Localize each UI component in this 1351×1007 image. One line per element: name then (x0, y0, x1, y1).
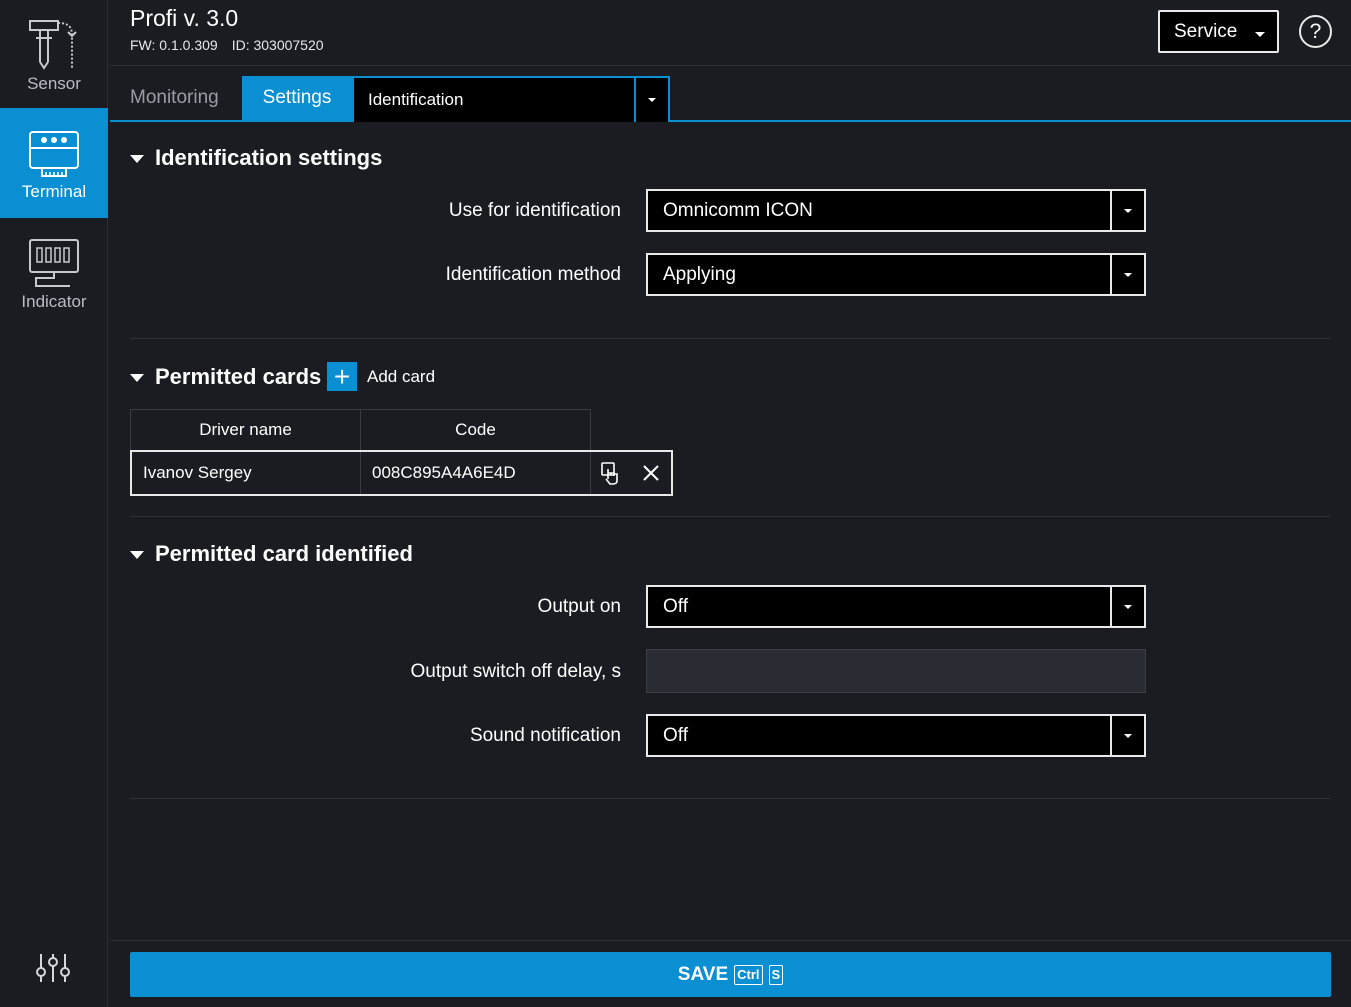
section-divider (130, 516, 1330, 517)
shortcut-key-s: S (768, 964, 784, 985)
sidebar-item-label: Terminal (21, 182, 87, 201)
tab-settings[interactable]: Settings (242, 76, 352, 120)
collapse-triangle-icon (130, 155, 144, 163)
select-value: Off (663, 724, 688, 746)
section-title: Permitted card identified (155, 541, 413, 566)
chevron-down-icon (1124, 604, 1132, 609)
chevron-down-icon (648, 98, 656, 102)
save-bar: SAVE Ctrl S (110, 940, 1351, 1007)
dropdown-toggle[interactable] (1110, 255, 1144, 294)
header: Profi v. 3.0 FW: 0.1.0.309 ID: 303007520… (110, 0, 1351, 66)
section-permitted-cards[interactable]: Permitted cards (130, 364, 321, 390)
sidebar-item-sensor[interactable]: Sensor (0, 0, 108, 110)
output-switch-off-delay-input (646, 649, 1146, 693)
app-title: Profi v. 3.0 (130, 5, 239, 31)
output-on-label: Output on (537, 596, 621, 617)
add-card-label: Add card (367, 366, 436, 386)
select-value: Applying (663, 263, 736, 285)
save-button[interactable]: SAVE Ctrl S (130, 952, 1331, 997)
settings-section-value: Identification (368, 90, 464, 109)
column-header-code: Code (455, 420, 496, 439)
sidebar-item-terminal[interactable]: Terminal (0, 108, 108, 218)
collapse-triangle-icon (130, 551, 144, 559)
dropdown-toggle[interactable] (1110, 587, 1144, 626)
chevron-down-icon (1124, 272, 1132, 277)
add-card-button[interactable]: + Add card (327, 362, 435, 391)
dropdown-toggle[interactable] (1110, 191, 1144, 230)
section-title: Permitted cards (155, 364, 322, 389)
device-info: FW: 0.1.0.309 ID: 303007520 (130, 37, 324, 53)
collapse-triangle-icon (130, 374, 144, 382)
sound-notification-select[interactable]: Off (646, 714, 1146, 757)
help-icon[interactable]: ? (1299, 15, 1332, 48)
use-for-identification-select[interactable]: Omnicomm ICON (646, 189, 1146, 232)
select-value: Omnicomm ICON (663, 199, 813, 221)
cards-table-header: Driver name Code (130, 409, 591, 450)
settings-section-select[interactable]: Identification (352, 76, 670, 122)
section-permitted-card-identified[interactable]: Permitted card identified (130, 541, 413, 567)
dropdown-toggle[interactable] (634, 78, 668, 122)
column-header-driver-name: Driver name (131, 410, 361, 450)
dropdown-toggle[interactable] (1110, 716, 1144, 755)
section-divider (130, 338, 1330, 339)
app-window: Sensor Terminal Indicator Profi v. 3.0 F… (0, 0, 1351, 1007)
section-divider (130, 798, 1330, 799)
delete-card-icon[interactable] (631, 452, 671, 494)
table-row[interactable]: Ivanov Sergey 008C895A4A6E4D (130, 450, 673, 496)
identification-method-label: Identification method (445, 264, 621, 285)
device-id: ID: 303007520 (231, 37, 324, 53)
service-dropdown-button[interactable]: Service (1158, 10, 1279, 53)
sliders-icon[interactable] (30, 948, 76, 988)
use-for-identification-label: Use for identification (448, 200, 621, 221)
sidebar: Sensor Terminal Indicator (0, 0, 108, 1007)
sidebar-item-label: Indicator (21, 292, 87, 311)
tab-bar: Monitoring Settings Identification (110, 66, 1351, 122)
shortcut-key-ctrl: Ctrl (734, 964, 763, 985)
output-switch-off-delay-label: Output switch off delay, s (410, 661, 621, 682)
driver-name-cell: Ivanov Sergey (132, 452, 361, 494)
service-label: Service (1174, 20, 1238, 42)
section-identification-settings[interactable]: Identification settings (130, 145, 382, 171)
section-title: Identification settings (155, 145, 383, 170)
sidebar-item-label: Sensor (27, 74, 81, 93)
card-code-cell: 008C895A4A6E4D (361, 452, 591, 494)
sound-notification-label: Sound notification (469, 725, 621, 746)
sensor-icon (26, 18, 82, 72)
chevron-down-icon (1124, 208, 1132, 213)
sidebar-item-indicator[interactable]: Indicator (0, 218, 108, 328)
terminal-icon (26, 126, 82, 180)
tab-monitoring[interactable]: Monitoring (130, 76, 219, 120)
indicator-icon (26, 236, 82, 290)
chevron-down-icon (1124, 733, 1132, 738)
identification-method-select[interactable]: Applying (646, 253, 1146, 296)
select-value: Off (663, 595, 688, 617)
chevron-down-icon (1255, 32, 1265, 37)
save-label: SAVE (677, 963, 729, 985)
apply-card-icon[interactable] (591, 452, 631, 494)
plus-icon: + (327, 362, 357, 391)
firmware-version: FW: 0.1.0.309 (130, 37, 218, 53)
output-on-select[interactable]: Off (646, 585, 1146, 628)
